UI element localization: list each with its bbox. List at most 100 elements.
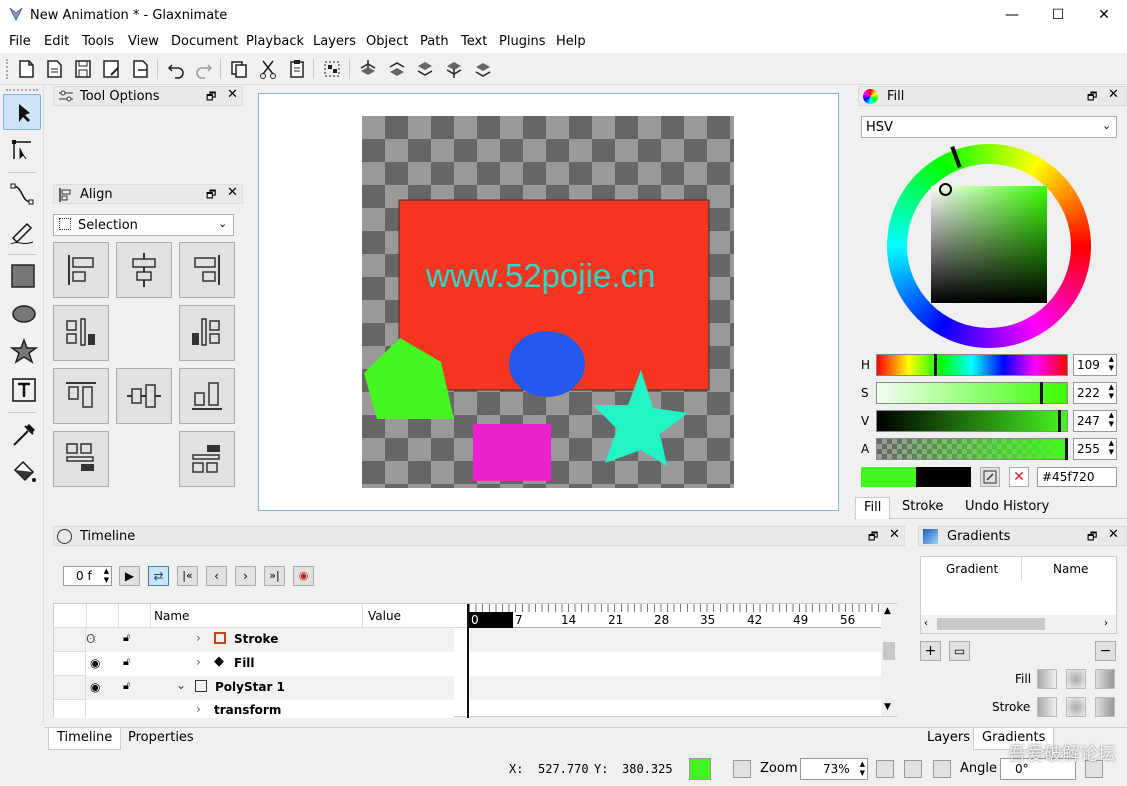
scroll-right-icon[interactable]: › (1104, 618, 1108, 629)
scroll-up-icon[interactable]: ▲ (884, 606, 891, 616)
text-tool-icon[interactable] (3, 372, 41, 408)
close-panel-icon[interactable]: ✕ (227, 185, 238, 200)
lock-icon[interactable]: 🔓︎ (123, 679, 130, 693)
menu-object[interactable]: Object (366, 34, 408, 49)
align-selection-dropdown[interactable]: Selection ⌄ (53, 214, 234, 236)
stroke-linear-gradient-button[interactable] (1037, 697, 1057, 717)
raise-to-top-icon[interactable] (356, 57, 380, 81)
align-vcenter-button[interactable] (116, 368, 172, 424)
close-panel-icon[interactable]: ✕ (1108, 527, 1119, 542)
menu-help[interactable]: Help (556, 34, 586, 49)
stroke-no-gradient-button[interactable] (1095, 697, 1115, 717)
align-left-button[interactable] (53, 242, 109, 298)
zoom-reset-icon[interactable] (904, 760, 922, 778)
zoom-fullscreen-icon[interactable] (933, 760, 951, 778)
menu-tools[interactable]: Tools (82, 34, 114, 49)
clear-color-icon[interactable]: ✕ (1009, 467, 1029, 487)
hue-slider[interactable] (876, 354, 1068, 376)
select-tool-icon[interactable] (3, 94, 41, 130)
chevron-right-icon[interactable]: › (196, 655, 201, 669)
float-icon[interactable]: 🗗 (206, 88, 216, 107)
timeline-ruler[interactable]: 0 7 14 21 28 35 42 49 56 (469, 604, 881, 628)
star-tool-icon[interactable] (3, 334, 41, 370)
save-as-icon[interactable] (99, 57, 123, 81)
distribute-top-button[interactable] (53, 431, 109, 487)
minimize-button[interactable]: — (989, 0, 1035, 31)
value-spinbox[interactable]: 247 ▲ ▼ (1073, 410, 1117, 432)
align-hcenter-button[interactable] (116, 242, 172, 298)
edit-node-tool-icon[interactable] (3, 132, 41, 168)
color-mode-dropdown[interactable]: HSV ⌄ (861, 116, 1117, 138)
close-panel-icon[interactable]: ✕ (1108, 87, 1119, 102)
align-top-button[interactable] (53, 368, 109, 424)
menu-playback[interactable]: Playback (246, 34, 304, 49)
menu-layers[interactable]: Layers (313, 34, 356, 49)
distribute-left-button[interactable] (53, 305, 109, 361)
paste-icon[interactable] (285, 57, 309, 81)
scroll-down-icon[interactable]: ▼ (884, 702, 891, 712)
draw-freehand-tool-icon[interactable] (3, 214, 41, 250)
slider-handle[interactable] (1058, 410, 1061, 432)
hue-spinbox[interactable]: 109 ▲ ▼ (1073, 354, 1117, 376)
chevron-right-icon[interactable]: › (196, 702, 201, 716)
saturation-spinbox[interactable]: 222 ▲ ▼ (1073, 382, 1117, 404)
add-gradient-button[interactable]: + (920, 641, 941, 661)
timeline-scrollbar[interactable]: ▲ ▼ (881, 604, 897, 716)
go-first-button[interactable]: |« (177, 566, 198, 586)
redo-icon[interactable] (192, 57, 216, 81)
timeline-row[interactable]: › transform (54, 700, 454, 718)
float-icon[interactable]: 🗗 (206, 186, 216, 205)
next-frame-button[interactable]: › (235, 566, 256, 586)
menu-text[interactable]: Text (461, 34, 487, 49)
lock-icon[interactable]: 🔓︎ (123, 631, 130, 645)
go-last-button[interactable]: »| (264, 566, 285, 586)
menu-path[interactable]: Path (420, 34, 449, 49)
slider-handle[interactable] (934, 354, 937, 376)
timeline-row[interactable]: ◉ 🔓︎ › ◆ Fill (54, 652, 454, 676)
new-file-icon[interactable] (14, 57, 38, 81)
timeline-row[interactable]: ʘ 🔓︎ › Stroke (54, 628, 454, 652)
play-button[interactable]: ▶ (119, 566, 140, 586)
zoom-fit-icon[interactable] (876, 760, 894, 778)
saturation-slider[interactable] (876, 382, 1068, 404)
align-right-button[interactable] (179, 242, 235, 298)
open-file-icon[interactable] (42, 57, 66, 81)
record-button[interactable]: ◉ (293, 566, 314, 586)
lock-icon[interactable]: 🔓︎ (123, 655, 130, 669)
timeline-row[interactable]: ◉ 🔓︎ ⌄ PolyStar 1 (54, 676, 454, 700)
eye-icon[interactable]: ◉ (90, 680, 100, 694)
copy-icon[interactable] (227, 57, 251, 81)
tab-fill[interactable]: Fill (855, 497, 891, 519)
distribute-right-button[interactable] (179, 305, 235, 361)
tab-undo-history[interactable]: Undo History (957, 497, 1057, 516)
screen-picker-icon[interactable] (980, 467, 1000, 487)
menu-plugins[interactable]: Plugins (499, 34, 546, 49)
rectangle-tool-icon[interactable] (3, 258, 41, 294)
close-button[interactable]: ✕ (1081, 0, 1127, 31)
hex-color-input[interactable]: #45f720 (1037, 467, 1117, 487)
distribute-bottom-button[interactable] (179, 431, 235, 487)
folder-icon[interactable]: ▭ (949, 641, 970, 661)
fill-no-gradient-button[interactable] (1095, 669, 1115, 689)
export-icon[interactable] (128, 57, 152, 81)
saturation-value-square[interactable] (931, 186, 1047, 303)
chevron-right-icon[interactable]: › (196, 631, 201, 645)
maximize-button[interactable]: ☐ (1035, 0, 1081, 31)
scroll-left-icon[interactable]: ‹ (924, 618, 928, 629)
alpha-slider[interactable] (876, 438, 1068, 460)
close-panel-icon[interactable]: ✕ (227, 87, 238, 102)
tab-layers[interactable]: Layers (919, 728, 978, 747)
ellipse-tool-icon[interactable] (3, 296, 41, 332)
zoom-spinbox[interactable]: 73% ▲ ▼ (800, 758, 868, 780)
fill-linear-gradient-button[interactable] (1037, 669, 1057, 689)
tab-timeline[interactable]: Timeline (48, 728, 122, 750)
slider-handle[interactable] (1040, 382, 1043, 404)
hidden-eye-icon[interactable]: ʘ (86, 632, 95, 646)
remove-gradient-button[interactable]: − (1095, 641, 1116, 661)
stroke-radial-gradient-button[interactable] (1066, 697, 1086, 717)
alpha-spinbox[interactable]: 255 ▲ ▼ (1073, 438, 1117, 460)
raise-icon[interactable] (385, 57, 409, 81)
float-icon[interactable]: 🗗 (1087, 88, 1097, 107)
undo-icon[interactable] (164, 57, 188, 81)
float-icon[interactable]: 🗗 (868, 528, 878, 547)
